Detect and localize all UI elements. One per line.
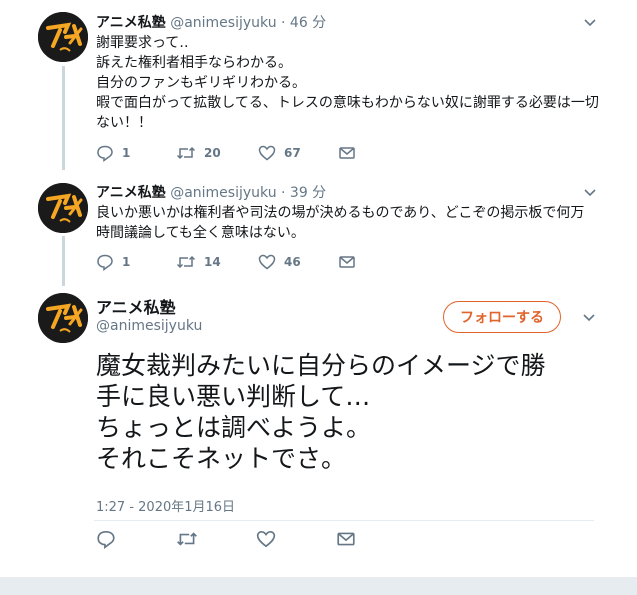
avatar[interactable] bbox=[38, 183, 88, 233]
avatar[interactable] bbox=[38, 293, 88, 343]
main-tweet-text-line: 魔女裁判みたいに自分らのイメージで勝 bbox=[96, 351, 546, 380]
main-tweet-text-line: ちょっとは調べようよ。 bbox=[96, 413, 372, 442]
tweet-text-line: 時間議論しても全く意味はない。 bbox=[96, 225, 305, 241]
anime-shijuku-logo bbox=[38, 12, 88, 62]
like-count: 46 bbox=[284, 255, 301, 269]
tweet-header: アニメ私塾 @animesijyuku · 46 分 bbox=[96, 12, 326, 32]
reply-button[interactable] bbox=[96, 529, 124, 549]
avatar[interactable] bbox=[38, 12, 88, 62]
chevron-down-icon[interactable] bbox=[581, 309, 597, 329]
retweet-button[interactable]: 14 bbox=[176, 253, 221, 271]
retweet-icon bbox=[177, 532, 197, 546]
main-tweet-text: 魔女裁判みたいに自分らのイメージで勝 手に良い悪い判断して… ちょっとは調べよう… bbox=[96, 350, 616, 474]
separator-dot: · bbox=[281, 185, 286, 201]
message-button[interactable] bbox=[338, 253, 364, 271]
message-button[interactable] bbox=[336, 529, 364, 549]
chevron-down-icon[interactable] bbox=[583, 184, 597, 203]
follow-button[interactable]: フォローする bbox=[443, 301, 561, 333]
retweet-icon bbox=[176, 255, 196, 269]
main-tweet-actions bbox=[96, 529, 576, 549]
reply-icon bbox=[97, 530, 115, 549]
bottom-separator-bar bbox=[0, 577, 637, 595]
reply-icon bbox=[97, 145, 113, 162]
like-icon bbox=[258, 145, 276, 161]
tweet-text: 良いか悪いかは権利者や司法の場が決めるものであり、どこぞの掲示板で何万 時間議論… bbox=[96, 203, 616, 243]
tweet-text-line: 良いか悪いかは権利者や司法の場が決めるものであり、どこぞの掲示板で何万 bbox=[96, 205, 585, 221]
like-button[interactable] bbox=[256, 529, 284, 549]
tweet-text-line: 謝罪要求って‥ bbox=[96, 35, 189, 51]
anime-shijuku-logo bbox=[38, 183, 88, 233]
display-name[interactable]: アニメ私塾 bbox=[96, 15, 166, 31]
tweet-timestamp[interactable]: 1:27 - 2020年1月16日 bbox=[96, 496, 235, 515]
reply-icon bbox=[97, 254, 113, 271]
tweet-text-line: 暇で面白がって拡散してる、トレスの意味もわからない奴に謝罪する必要は一切 bbox=[96, 95, 599, 111]
tweet-1[interactable]: アニメ私塾 @animesijyuku · 46 分 謝罪要求って‥ 訴えた権利… bbox=[0, 0, 637, 175]
reply-count: 1 bbox=[122, 146, 131, 160]
main-tweet-text-line: 手に良い悪い判断して… bbox=[96, 382, 371, 411]
like-count: 67 bbox=[284, 146, 301, 160]
reply-count: 1 bbox=[122, 255, 131, 269]
main-tweet-text-line: それこそネットでさ。 bbox=[96, 444, 347, 473]
tweet-2[interactable]: アニメ私塾 @animesijyuku · 39 分 良いか悪いかは権利者や司法… bbox=[0, 175, 637, 285]
tweet-actions: 1 20 67 bbox=[96, 144, 576, 164]
tweet-text: 謝罪要求って‥ 訴えた権利者相手ならわかる。 自分のファンもギリギリわかる。 暇… bbox=[96, 33, 616, 133]
tweet-actions: 1 14 46 bbox=[96, 253, 576, 273]
retweet-count: 14 bbox=[204, 255, 221, 269]
retweet-button[interactable] bbox=[176, 529, 206, 549]
message-button[interactable] bbox=[338, 144, 364, 162]
like-button[interactable]: 46 bbox=[258, 253, 301, 271]
divider bbox=[94, 520, 594, 521]
retweet-button[interactable]: 20 bbox=[176, 144, 221, 162]
tweet-time[interactable]: 46 分 bbox=[290, 15, 326, 31]
reply-button[interactable]: 1 bbox=[96, 144, 130, 162]
chevron-down-icon[interactable] bbox=[583, 14, 597, 33]
display-name[interactable]: アニメ私塾 bbox=[96, 185, 166, 201]
message-icon bbox=[339, 147, 355, 159]
tweet-time[interactable]: 39 分 bbox=[290, 185, 326, 201]
anime-shijuku-logo bbox=[38, 293, 88, 343]
separator-dot: · bbox=[281, 15, 286, 31]
like-icon bbox=[258, 254, 276, 270]
main-display-name[interactable]: アニメ私塾 bbox=[96, 294, 176, 318]
user-handle[interactable]: @animesijyuku bbox=[170, 15, 276, 31]
tweet-header: アニメ私塾 @animesijyuku · 39 分 bbox=[96, 182, 326, 202]
message-icon bbox=[339, 256, 355, 268]
retweet-count: 20 bbox=[204, 146, 221, 160]
user-handle[interactable]: @animesijyuku bbox=[170, 185, 276, 201]
reply-button[interactable]: 1 bbox=[96, 253, 130, 271]
message-icon bbox=[337, 532, 355, 546]
like-icon bbox=[256, 530, 276, 548]
retweet-icon bbox=[176, 146, 196, 160]
like-button[interactable]: 67 bbox=[258, 144, 301, 162]
main-user-handle[interactable]: @animesijyuku bbox=[96, 318, 202, 334]
tweet-text-line: 自分のファンもギリギリわかる。 bbox=[96, 75, 306, 91]
tweet-text-line: ない！！ bbox=[96, 115, 152, 131]
tweet-text-line: 訴えた権利者相手ならわかる。 bbox=[96, 55, 292, 71]
